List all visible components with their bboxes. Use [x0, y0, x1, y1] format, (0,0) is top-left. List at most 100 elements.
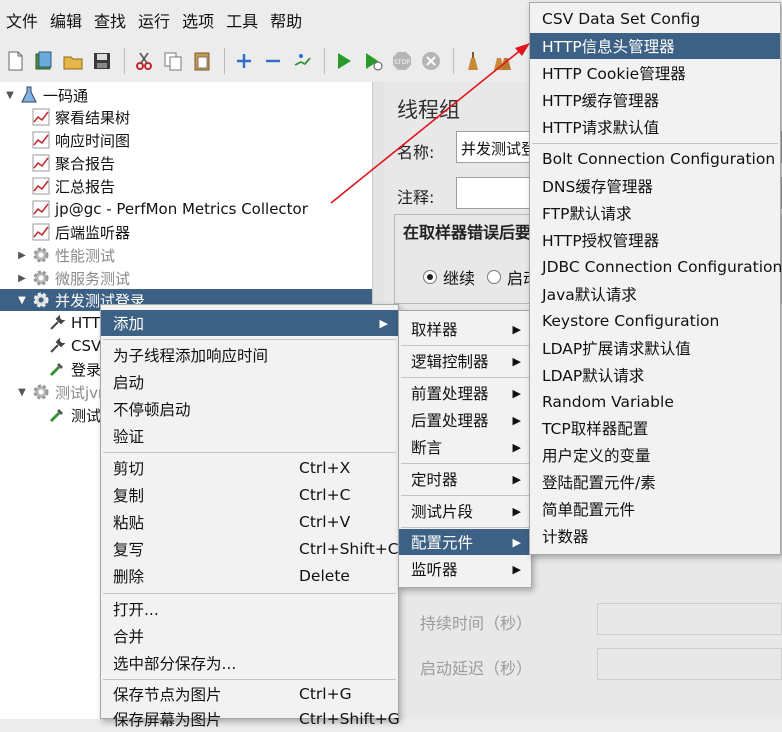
new-icon[interactable] — [2, 48, 28, 74]
shutdown-icon[interactable] — [418, 48, 444, 74]
start-no-pause-icon[interactable] — [360, 48, 386, 74]
tree-node-listener[interactable]: 汇总报告 — [32, 175, 115, 197]
menu-options[interactable]: 选项 — [182, 8, 214, 32]
expand-toggle-icon[interactable]: ▶ — [16, 273, 28, 284]
tree-node-thread-group[interactable]: ▼ 测试jvm — [16, 381, 113, 403]
submenu-arrow-icon: ▶ — [512, 413, 521, 427]
menu-search[interactable]: 查找 — [94, 8, 126, 32]
menu-run[interactable]: 运行 — [138, 8, 170, 32]
radio-continue[interactable]: 继续 — [423, 265, 475, 289]
cut-icon[interactable] — [131, 48, 157, 74]
config-item-login-config[interactable]: 登陆配置元件/素 — [530, 469, 780, 495]
config-item-http-request-defaults[interactable]: HTTP请求默认值 — [530, 114, 780, 140]
menu-item-validate[interactable]: 验证 — [101, 423, 398, 449]
config-item-keystore[interactable]: Keystore Configuration — [530, 308, 780, 334]
config-item-simple-config[interactable]: 简单配置元件 — [530, 496, 780, 522]
toolbar-separator — [324, 48, 325, 74]
config-item-ldap-request-defaults[interactable]: LDAP默认请求 — [530, 362, 780, 388]
save-icon[interactable] — [89, 48, 115, 74]
config-item-bolt-connection[interactable]: Bolt Connection Configuration — [530, 146, 780, 172]
submenu-item-logic-controller[interactable]: 逻辑控制器 ▶ — [399, 348, 531, 374]
menu-item-shortcut: Ctrl+G — [299, 685, 352, 703]
config-item-ldap-extended-defaults[interactable]: LDAP扩展请求默认值 — [530, 335, 780, 361]
config-item-http-auth-manager[interactable]: HTTP授权管理器 — [530, 227, 780, 253]
menu-item-save-selection-as[interactable]: 选中部分保存为... — [101, 650, 398, 676]
menu-item-label: 后置处理器 — [411, 412, 489, 430]
submenu-item-sampler[interactable]: 取样器 ▶ — [399, 316, 531, 342]
stop-icon[interactable]: STOP — [389, 48, 415, 74]
menu-item-paste[interactable]: 粘贴 Ctrl+V — [101, 509, 398, 535]
menu-item-add-response-time[interactable]: 为子线程添加响应时间 — [101, 342, 398, 368]
paste-icon[interactable] — [189, 48, 215, 74]
tree-node-sampler[interactable]: 登录 — [48, 358, 101, 380]
copy-icon[interactable] — [160, 48, 186, 74]
submenu-item-assertion[interactable]: 断言 ▶ — [399, 434, 531, 460]
toolbar-separator — [224, 48, 225, 74]
menu-item-start-no-pause[interactable]: 不停顿启动 — [101, 396, 398, 422]
menu-item-add[interactable]: 添加 ▶ — [101, 310, 398, 336]
menu-file[interactable]: 文件 — [6, 8, 38, 32]
clear-icon[interactable] — [460, 48, 486, 74]
menu-item-label: HTTP Cookie管理器 — [542, 65, 686, 83]
menu-tools[interactable]: 工具 — [226, 8, 258, 32]
expand-toggle-icon[interactable]: ▶ — [16, 250, 28, 261]
submenu-item-listener[interactable]: 监听器 ▶ — [399, 556, 531, 582]
config-item-http-cache-manager[interactable]: HTTP缓存管理器 — [530, 87, 780, 113]
menu-item-delete[interactable]: 删除 Delete — [101, 563, 398, 589]
menu-item-save-screen-image[interactable]: 保存屏幕为图片 Ctrl+Shift+G — [101, 706, 400, 732]
menu-help[interactable]: 帮助 — [270, 8, 302, 32]
config-item-tcp-sampler-config[interactable]: TCP取样器配置 — [530, 415, 780, 441]
expand-icon[interactable] — [231, 48, 257, 74]
menu-item-label: 为子线程添加响应时间 — [113, 347, 269, 365]
open-icon[interactable] — [60, 48, 86, 74]
config-item-csv-data-set[interactable]: CSV Data Set Config — [530, 6, 780, 32]
menu-item-start[interactable]: 启动 — [101, 369, 398, 395]
tree-node-listener[interactable]: 响应时间图 — [32, 129, 130, 151]
tree-node-listener[interactable]: jp@gc - PerfMon Metrics Collector — [32, 198, 308, 220]
menu-item-merge[interactable]: 合并 — [101, 623, 398, 649]
tree-node-listener[interactable]: 后端监听器 — [32, 221, 130, 243]
config-item-user-defined-variables[interactable]: 用户定义的变量 — [530, 442, 780, 468]
tree-node-listener[interactable]: 聚合报告 — [32, 152, 115, 174]
menu-item-copy[interactable]: 复制 Ctrl+C — [101, 482, 398, 508]
config-item-ftp-request-defaults[interactable]: FTP默认请求 — [530, 200, 780, 226]
menu-item-save-node-image[interactable]: 保存节点为图片 Ctrl+G — [101, 681, 398, 707]
config-item-counter[interactable]: 计数器 — [530, 523, 780, 549]
menu-item-label: 断言 — [411, 439, 443, 457]
clear-all-icon[interactable] — [489, 48, 515, 74]
toggle-icon[interactable] — [289, 48, 315, 74]
collapse-toggle-icon[interactable]: ▼ — [4, 90, 16, 101]
tree-node-sampler[interactable]: 测试 — [48, 404, 101, 426]
menu-edit[interactable]: 编辑 — [50, 8, 82, 32]
tree-node-thread-group[interactable]: ▶ 性能测试 — [16, 244, 115, 266]
listener-graph-icon — [32, 131, 50, 149]
submenu-item-test-fragment[interactable]: 测试片段 ▶ — [399, 498, 531, 524]
tree-node-root[interactable]: ▼ 一码通 — [4, 84, 88, 106]
menu-item-duplicate[interactable]: 复写 Ctrl+Shift+C — [101, 536, 399, 562]
menu-item-label: 配置元件 — [411, 534, 474, 552]
submenu-item-post-processor[interactable]: 后置处理器 ▶ — [399, 407, 531, 433]
submenu-item-config-element[interactable]: 配置元件 ▶ — [399, 529, 531, 555]
tree-node-thread-group[interactable]: ▶ 微服务测试 — [16, 267, 130, 289]
start-icon[interactable] — [331, 48, 357, 74]
config-item-dns-cache-manager[interactable]: DNS缓存管理器 — [530, 173, 780, 199]
config-item-http-header-manager[interactable]: HTTP信息头管理器 — [530, 33, 780, 59]
config-element-submenu: CSV Data Set Config HTTP信息头管理器 HTTP Cook… — [529, 2, 782, 555]
collapse-icon[interactable] — [260, 48, 286, 74]
submenu-item-timer[interactable]: 定时器 ▶ — [399, 466, 531, 492]
collapse-toggle-icon[interactable]: ▼ — [16, 295, 28, 306]
startup-delay-field[interactable] — [597, 648, 782, 680]
tree-node-config[interactable]: CSV — [48, 335, 101, 357]
config-item-http-cookie-manager[interactable]: HTTP Cookie管理器 — [530, 60, 780, 86]
config-item-random-variable[interactable]: Random Variable — [530, 389, 780, 415]
listener-graph-icon — [32, 108, 50, 126]
submenu-item-pre-processor[interactable]: 前置处理器 ▶ — [399, 380, 531, 406]
menu-item-cut[interactable]: 剪切 Ctrl+X — [101, 455, 398, 481]
config-item-jdbc-connection[interactable]: JDBC Connection Configuration — [530, 254, 782, 280]
config-item-java-request-defaults[interactable]: Java默认请求 — [530, 281, 780, 307]
menu-item-open[interactable]: 打开... — [101, 596, 398, 622]
duration-field[interactable] — [597, 603, 782, 635]
tree-node-listener[interactable]: 察看结果树 — [32, 106, 130, 128]
templates-icon[interactable] — [31, 48, 57, 74]
collapse-toggle-icon[interactable]: ▼ — [16, 387, 28, 398]
